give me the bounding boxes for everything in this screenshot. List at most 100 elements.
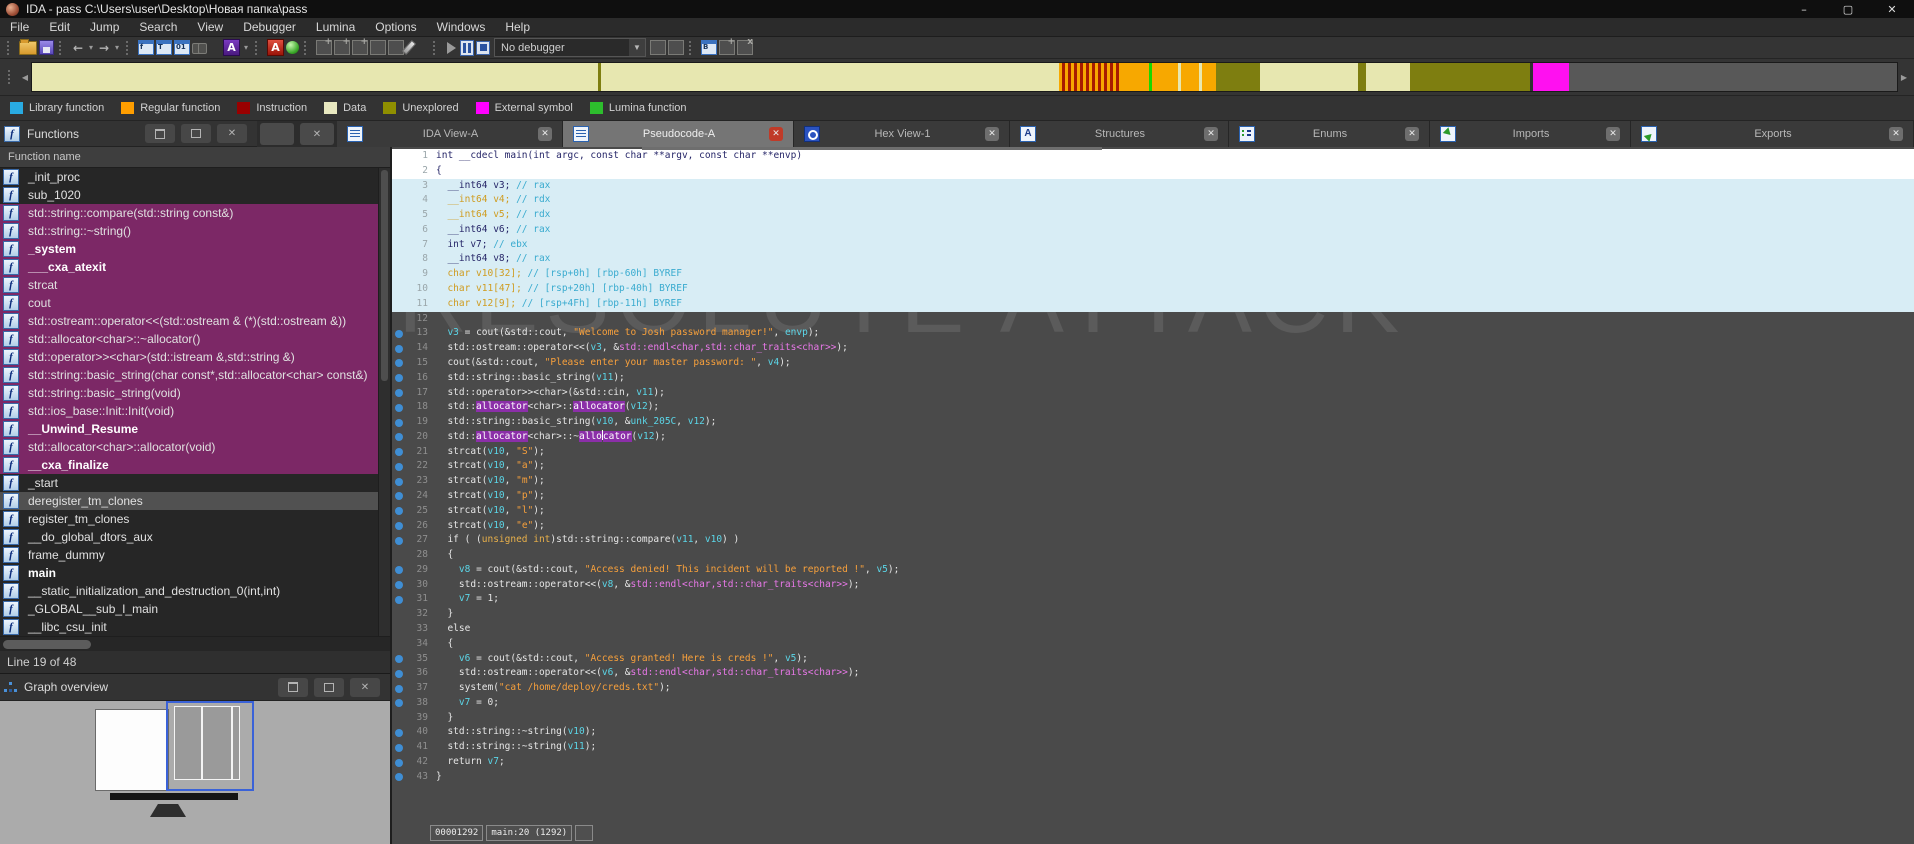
code-line-1[interactable]: 1 int __cdecl main(int argc, const char *… <box>392 149 1914 164</box>
forward-dropdown-icon[interactable]: ▾ <box>113 40 121 56</box>
breakpoint-dot-icon[interactable] <box>395 507 403 516</box>
function-row[interactable]: f main <box>0 564 390 582</box>
function-row[interactable]: f std::allocator<char>::allocator(void) <box>0 438 390 456</box>
debugger-select[interactable]: No debugger ▼ <box>494 38 646 57</box>
band-grip[interactable] <box>8 70 15 84</box>
code-line-31[interactable]: 31 v7 = 1; <box>392 592 1914 607</box>
breakpoint-dot-icon[interactable] <box>395 403 403 412</box>
pseudocode-view[interactable]: RESOLUTE ATTACK 1int __cdecl main(int ar… <box>392 147 1914 844</box>
code-line-20[interactable]: 20 std::allocator<char>::~allocator(v12)… <box>392 429 1914 445</box>
function-row[interactable]: f std::string::~string() <box>0 222 390 240</box>
snippet-icon[interactable] <box>388 40 404 55</box>
code-line-27[interactable]: 27 if ( (unsigned int)std::string::compa… <box>392 533 1914 548</box>
code-line-22[interactable]: 22 strcat(v10, "a"); <box>392 459 1914 474</box>
breakpoint-dot-icon[interactable] <box>395 418 403 427</box>
code-line-17[interactable]: 17 std::operator>><char>(&std::cin, v11)… <box>392 386 1914 401</box>
function-row[interactable]: f std::operator>><char>(std::istream &,st… <box>0 348 390 366</box>
function-row[interactable]: f _GLOBAL__sub_I_main <box>0 600 390 618</box>
tab-close-icon[interactable]: ✕ <box>1889 127 1903 141</box>
function-name-column-header[interactable]: Function name <box>0 147 390 168</box>
function-row[interactable]: f ___cxa_atexit <box>0 258 390 276</box>
function-row[interactable]: f cout <box>0 294 390 312</box>
band-right-arrow-icon[interactable]: ▶ <box>1898 73 1910 82</box>
code-line-19[interactable]: 19 std::string::basic_string(v10, &unk_2… <box>392 415 1914 430</box>
breakpoint-dot-icon[interactable] <box>395 492 403 501</box>
func-window-icon[interactable] <box>138 40 154 55</box>
code-line-42[interactable]: 42 return v7; <box>392 755 1914 770</box>
code-line-21[interactable]: 21 strcat(v10, "S"); <box>392 445 1914 460</box>
back-icon[interactable]: ← <box>71 40 85 56</box>
names-icon[interactable]: A <box>223 39 240 56</box>
code-line-14[interactable]: 14 std::ostream::operator<<(v3, &std::en… <box>392 341 1914 356</box>
lumina-ball-icon[interactable] <box>286 41 299 54</box>
delete-cross-icon[interactable] <box>414 40 428 56</box>
code-line-25[interactable]: 25 strcat(v10, "l"); <box>392 504 1914 519</box>
stop-icon[interactable] <box>476 40 490 55</box>
tab-close-icon[interactable]: ✕ <box>1405 127 1419 141</box>
code-line-16[interactable]: 16 std::string::basic_string(v11); <box>392 371 1914 386</box>
tab-imports[interactable]: Imports ✕ <box>1430 121 1631 147</box>
patch-icon[interactable] <box>370 40 386 55</box>
code-line-40[interactable]: 40 std::string::~string(v10); <box>392 725 1914 740</box>
breakpoint-dot-icon[interactable] <box>395 595 403 604</box>
code-line-8[interactable]: 8 __int64 v8; // rax <box>392 252 1914 268</box>
minimize-button[interactable]: – <box>1782 0 1826 18</box>
breakpoint-dot-icon[interactable] <box>395 329 403 338</box>
menu-edit[interactable]: Edit <box>39 20 80 34</box>
breakpoint-dot-icon[interactable] <box>395 728 403 737</box>
code-line-29[interactable]: 29 v8 = cout(&std::cout, "Access denied!… <box>392 563 1914 578</box>
disable-breakpoint-icon[interactable] <box>737 37 753 55</box>
code-line-6[interactable]: 6 __int64 v6; // rax <box>392 222 1914 238</box>
code-line-43[interactable]: 43} <box>392 770 1914 785</box>
run-icon[interactable] <box>447 41 456 54</box>
function-row[interactable]: f std::string::compare(std::string const&… <box>0 204 390 222</box>
code-line-26[interactable]: 26 strcat(v10, "e"); <box>392 519 1914 534</box>
code-line-38[interactable]: 38 v7 = 0; <box>392 696 1914 711</box>
tab-ida-view-a[interactable]: IDA View-A ✕ <box>337 121 563 147</box>
code-line-30[interactable]: 30 std::ostream::operator<<(v8, &std::en… <box>392 578 1914 593</box>
graph-overview-canvas[interactable] <box>0 701 390 844</box>
step-over-icon[interactable] <box>668 40 684 55</box>
code-line-2[interactable]: 2{ <box>392 163 1914 179</box>
code-line-18[interactable]: 18 std::allocator<char>::allocator(v12); <box>392 400 1914 415</box>
navigation-band[interactable] <box>31 62 1898 92</box>
code-line-5[interactable]: 5 __int64 v5; // rdx <box>392 208 1914 223</box>
menu-search[interactable]: Search <box>129 20 187 34</box>
breakpoint-dot-icon[interactable] <box>395 684 403 693</box>
code-line-15[interactable]: 15 cout(&std::cout, "Please enter your m… <box>392 356 1914 371</box>
code-line-4[interactable]: 4 __int64 v4; // rdx <box>392 193 1914 209</box>
create-data-icon[interactable] <box>334 37 350 55</box>
code-line-41[interactable]: 41 std::string::~string(v11); <box>392 740 1914 755</box>
tab-hex-view-1[interactable]: Hex View-1 ✕ <box>794 121 1010 147</box>
menu-view[interactable]: View <box>187 20 233 34</box>
function-row[interactable]: f std::ostream::operator<<(std::ostream &… <box>0 312 390 330</box>
code-line-32[interactable]: 32 } <box>392 607 1914 622</box>
menu-debugger[interactable]: Debugger <box>233 20 306 34</box>
debugger-select-caret-icon[interactable]: ▼ <box>629 39 645 56</box>
code-line-35[interactable]: 35 v6 = cout(&std::cout, "Access granted… <box>392 652 1914 667</box>
breakpoint-dot-icon[interactable] <box>395 522 403 531</box>
function-row[interactable]: f std::ios_base::Init::Init(void) <box>0 402 390 420</box>
functions-close-button[interactable]: ✕ <box>217 124 247 143</box>
breakpoint-dot-icon[interactable] <box>395 477 403 486</box>
forward-icon[interactable]: → <box>97 40 111 56</box>
trace-window-icon[interactable] <box>156 40 172 55</box>
breakpoint-dot-icon[interactable] <box>395 743 403 752</box>
function-row[interactable]: f _start <box>0 474 390 492</box>
function-row[interactable]: f strcat <box>0 276 390 294</box>
tab-close-icon[interactable]: ✕ <box>1606 127 1620 141</box>
pause-icon[interactable] <box>460 39 474 56</box>
dock-restore-button[interactable] <box>260 123 294 145</box>
menu-file[interactable]: File <box>0 20 39 34</box>
code-line-12[interactable]: 12 <box>392 312 1914 327</box>
breakpoint-dot-icon[interactable] <box>395 566 403 575</box>
menu-jump[interactable]: Jump <box>80 20 129 34</box>
maximize-button[interactable]: ▢ <box>1826 0 1870 18</box>
functions-vertical-scrollbar[interactable] <box>378 168 390 636</box>
breakpoint-dot-icon[interactable] <box>395 773 403 782</box>
function-row[interactable]: f frame_dummy <box>0 546 390 564</box>
code-line-23[interactable]: 23 strcat(v10, "m"); <box>392 474 1914 489</box>
tab-close-icon[interactable]: ✕ <box>538 127 552 141</box>
tab-pseudocode-a[interactable]: Pseudocode-A ✕ <box>563 121 794 147</box>
code-line-39[interactable]: 39 } <box>392 711 1914 726</box>
